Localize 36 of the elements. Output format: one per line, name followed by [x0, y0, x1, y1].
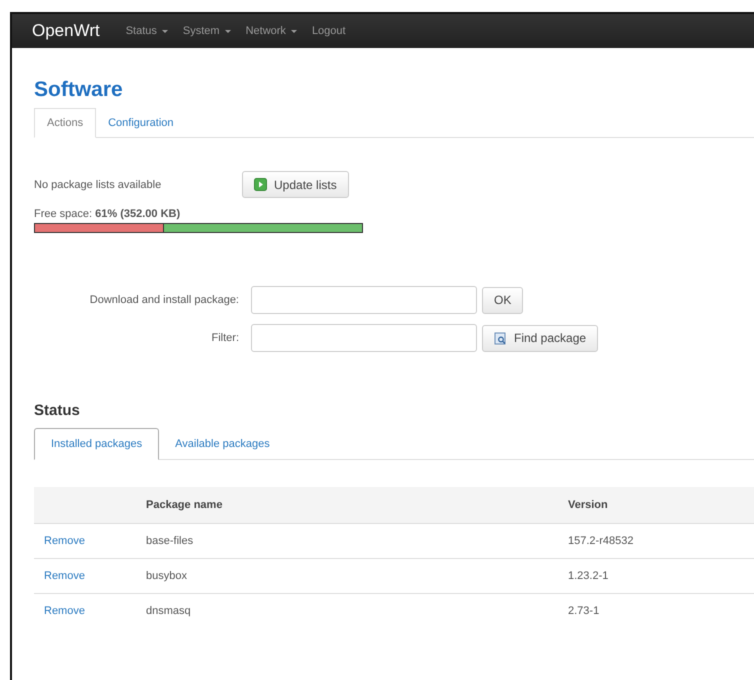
ok-button[interactable]: OK: [482, 286, 524, 314]
table-cell: busybox: [146, 570, 187, 582]
package-url-field[interactable]: [251, 286, 477, 314]
update-lists-button[interactable]: Update lists: [242, 171, 349, 198]
nav-menu-item[interactable]: Status: [126, 25, 168, 37]
remove-link[interactable]: Remove: [44, 570, 85, 582]
tab[interactable]: Available packages: [159, 429, 286, 459]
table-cell: dnsmasq: [146, 605, 191, 617]
caret-icon: [162, 30, 168, 32]
nav-menu-item[interactable]: Logout: [312, 25, 346, 37]
find-package-button[interactable]: Find package: [482, 324, 598, 352]
page-title: Software: [34, 78, 124, 102]
section-title: Status: [34, 402, 81, 419]
free-space-text: Free space: 61% (352.00 KB): [34, 208, 182, 220]
tab[interactable]: Actions: [34, 108, 96, 138]
field-label: Download and install package:: [90, 294, 239, 306]
column-header: Version: [568, 487, 754, 524]
caret-icon: [224, 30, 231, 32]
remove-link[interactable]: Remove: [44, 605, 85, 617]
caret-icon: [290, 30, 297, 32]
tab[interactable]: Configuration: [96, 109, 186, 137]
column-header: Package name: [146, 487, 568, 524]
table-cell: 2.73-1: [568, 605, 600, 617]
field-label: Filter:: [212, 332, 239, 344]
table-cell: base-files: [146, 535, 194, 547]
filter-field[interactable]: [251, 324, 477, 352]
search-icon: [494, 332, 507, 344]
brand-logo[interactable]: OpenWrt: [32, 21, 100, 41]
remove-link[interactable]: Remove: [44, 535, 85, 547]
tab[interactable]: Installed packages: [34, 428, 160, 460]
package-lists-message: No package lists available: [34, 178, 162, 190]
nav-menu-item[interactable]: System: [182, 25, 231, 37]
nav-menu-item[interactable]: Network: [246, 25, 297, 37]
table-cell: 1.23.2-1: [568, 570, 608, 582]
table-cell: 157.2-r48532: [568, 535, 634, 547]
play-icon: [254, 178, 267, 191]
